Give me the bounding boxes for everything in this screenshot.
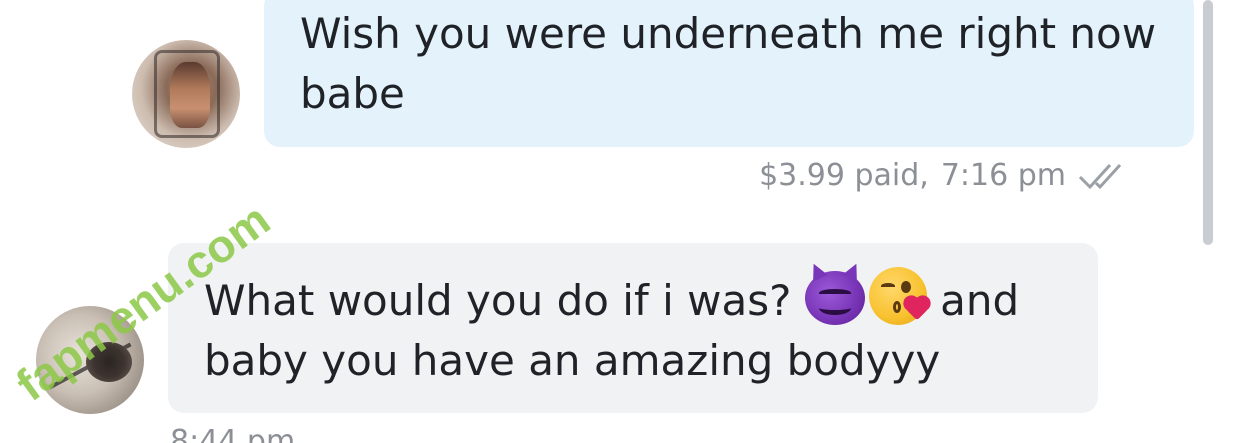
sent-message-bubble[interactable]: Wish you were underneath me right now ba… <box>264 0 1194 147</box>
sent-message-text: Wish you were underneath me right now ba… <box>300 9 1157 118</box>
chat-thread: Wish you were underneath me right now ba… <box>0 0 1242 443</box>
sent-time: 7:16 pm <box>940 158 1066 193</box>
paid-amount: $3.99 paid, <box>759 158 929 193</box>
double-check-icon <box>1078 161 1130 191</box>
avatar-photo-shape <box>86 342 132 382</box>
scrollbar[interactable] <box>1203 0 1213 245</box>
sent-message-meta: $3.99 paid, 7:16 pm <box>759 158 1130 193</box>
received-message-bubble[interactable]: What would you do if i was? and baby you… <box>168 243 1098 413</box>
received-message-time: 8:44 pm <box>170 424 296 443</box>
smiling-devil-emoji-icon <box>804 271 865 325</box>
receiver-avatar[interactable] <box>36 306 144 414</box>
sender-avatar[interactable] <box>132 40 240 148</box>
avatar-photo-figure <box>170 62 210 128</box>
received-message-text-before: What would you do if i was? <box>204 276 792 325</box>
kissing-heart-emoji-icon <box>868 267 929 325</box>
